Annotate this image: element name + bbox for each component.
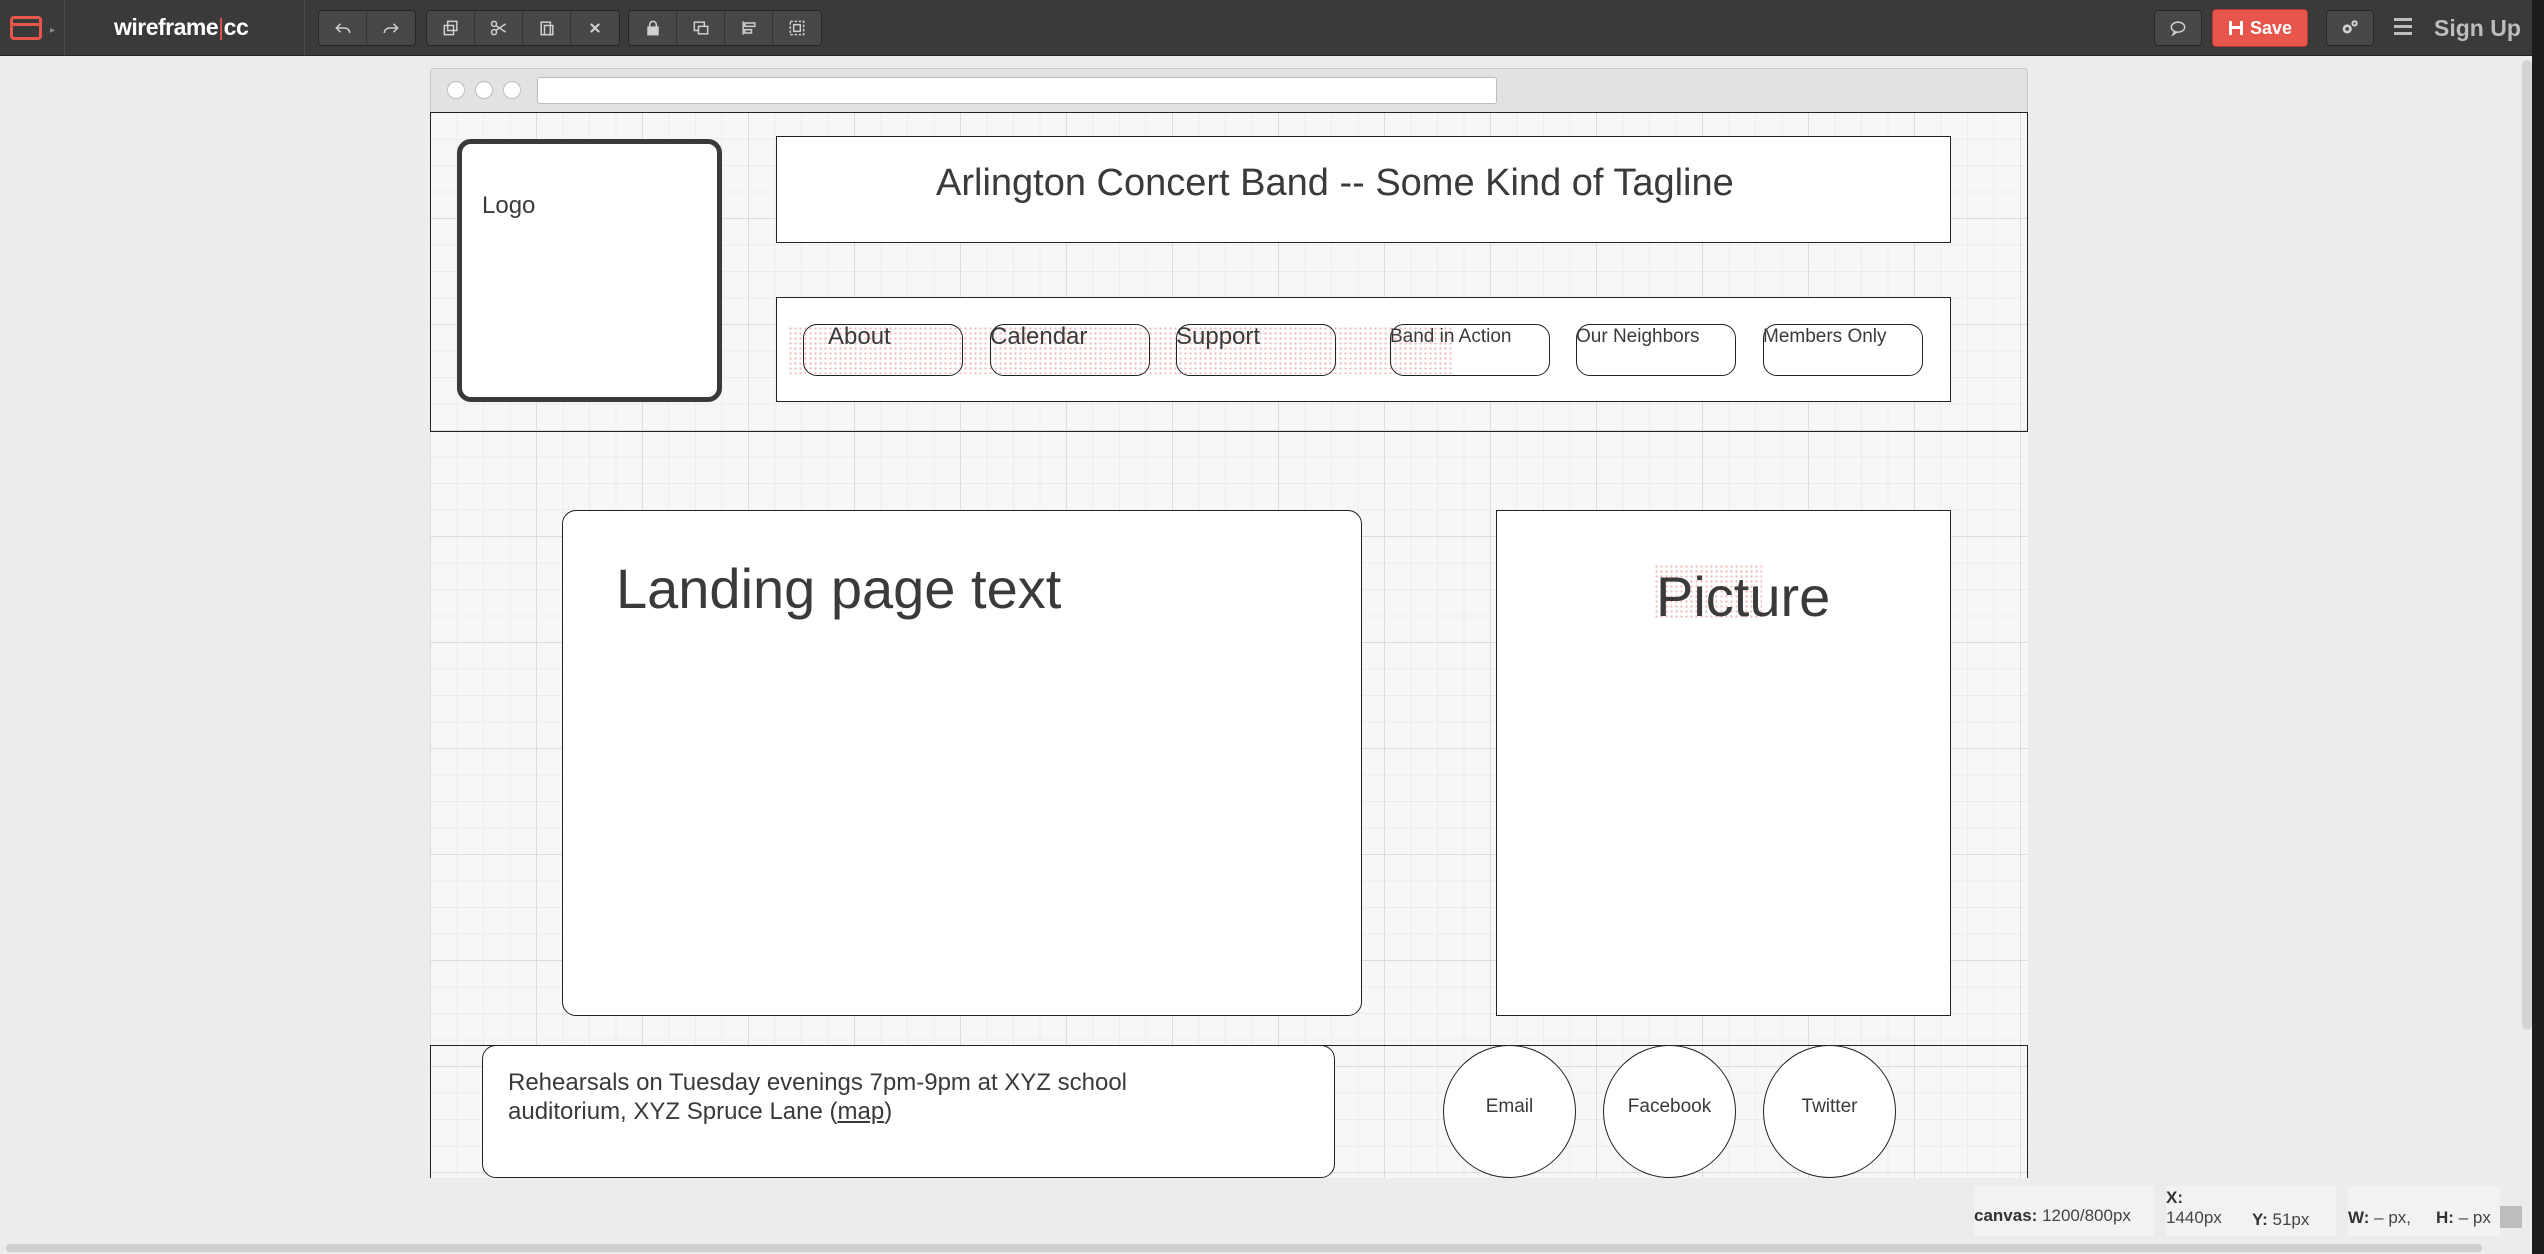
width-readout: W: – px, (2348, 1186, 2438, 1236)
design-canvas[interactable]: Logo Arlington Concert Band -- Some Kind… (430, 112, 2028, 1178)
wf-nav-label: Our Neighbors (1576, 326, 1700, 347)
wf-rehearsal-text: Rehearsals on Tuesday evenings 7pm-9pm a… (508, 1069, 1127, 1125)
align-icon (741, 21, 756, 35)
layers-icon (693, 21, 708, 35)
app-menu-icon[interactable] (10, 16, 42, 40)
redo-icon (383, 23, 399, 34)
wf-map-link[interactable]: map (838, 1098, 885, 1125)
vertical-scrollbar[interactable] (2522, 60, 2532, 1030)
wf-nav-label: Members Only (1763, 326, 1887, 347)
wf-nav-label: Band in Action (1390, 326, 1512, 347)
edit-group (426, 10, 620, 46)
arrange-group (628, 10, 822, 46)
delete-button[interactable] (571, 11, 619, 45)
wf-nav-label: About (828, 323, 891, 350)
history-group (318, 10, 416, 46)
window-dot-icon (503, 81, 521, 99)
top-toolbar: ▸ wireframe|cc Save Sign Up (0, 0, 2544, 56)
paste-button[interactable] (523, 11, 571, 45)
height-readout: H: – px (2436, 1186, 2500, 1236)
wf-facebook-circle[interactable]: Facebook (1603, 1045, 1736, 1178)
wf-picture-label: Picture (1656, 565, 1831, 628)
wf-logo-label: Logo (482, 192, 536, 219)
browser-url-bar (537, 77, 1497, 104)
horizontal-scrollbar[interactable] (6, 1244, 2482, 1252)
window-edge (2532, 0, 2544, 1254)
bring-front-button[interactable] (677, 11, 725, 45)
wf-logo-box[interactable] (457, 139, 722, 402)
caret-down-icon[interactable]: ▸ (50, 25, 55, 36)
close-icon (590, 23, 600, 33)
wf-nav-label: Support (1176, 323, 1261, 350)
toolbar-divider (304, 0, 305, 56)
duplicate-icon (443, 20, 458, 36)
wf-email-circle[interactable]: Email (1443, 1045, 1576, 1178)
undo-button[interactable] (319, 11, 367, 45)
resize-corner (2500, 1206, 2522, 1228)
group-button[interactable] (773, 11, 821, 45)
paste-icon (539, 21, 554, 36)
settings-button[interactable] (2326, 10, 2374, 46)
duplicate-button[interactable] (427, 11, 475, 45)
undo-icon (334, 23, 350, 34)
floppy-disk-icon (2228, 21, 2243, 35)
canvas-size-readout: canvas: 1200/800px (1974, 1186, 2154, 1236)
cut-button[interactable] (475, 11, 523, 45)
speech-bubble-icon (2170, 21, 2186, 37)
browser-window-chrome (430, 68, 2028, 112)
group-icon (789, 20, 805, 36)
wf-nav-label: Calendar (990, 323, 1088, 350)
save-label: Save (2249, 17, 2293, 38)
window-dot-icon (447, 81, 465, 99)
redo-button[interactable] (367, 11, 415, 45)
gears-icon (2342, 20, 2358, 34)
lock-icon (646, 20, 659, 36)
toolbar-divider (64, 0, 65, 56)
save-button[interactable]: Save (2212, 9, 2308, 47)
cursor-y-readout: Y: 51px (2252, 1210, 2310, 1229)
brand-logo: wireframe|cc (114, 14, 249, 40)
hamburger-menu-icon[interactable] (2394, 18, 2412, 38)
wf-twitter-circle[interactable]: Twitter (1763, 1045, 1896, 1178)
align-button[interactable] (725, 11, 773, 45)
comment-button[interactable] (2154, 10, 2202, 46)
signup-link[interactable]: Sign Up (2434, 15, 2521, 42)
lock-button[interactable] (629, 11, 677, 45)
wf-tagline-text: Arlington Concert Band -- Some Kind of T… (936, 162, 1734, 204)
wf-landing-text: Landing page text (616, 557, 1062, 620)
window-dot-icon (475, 81, 493, 99)
scissors-icon (490, 20, 506, 36)
